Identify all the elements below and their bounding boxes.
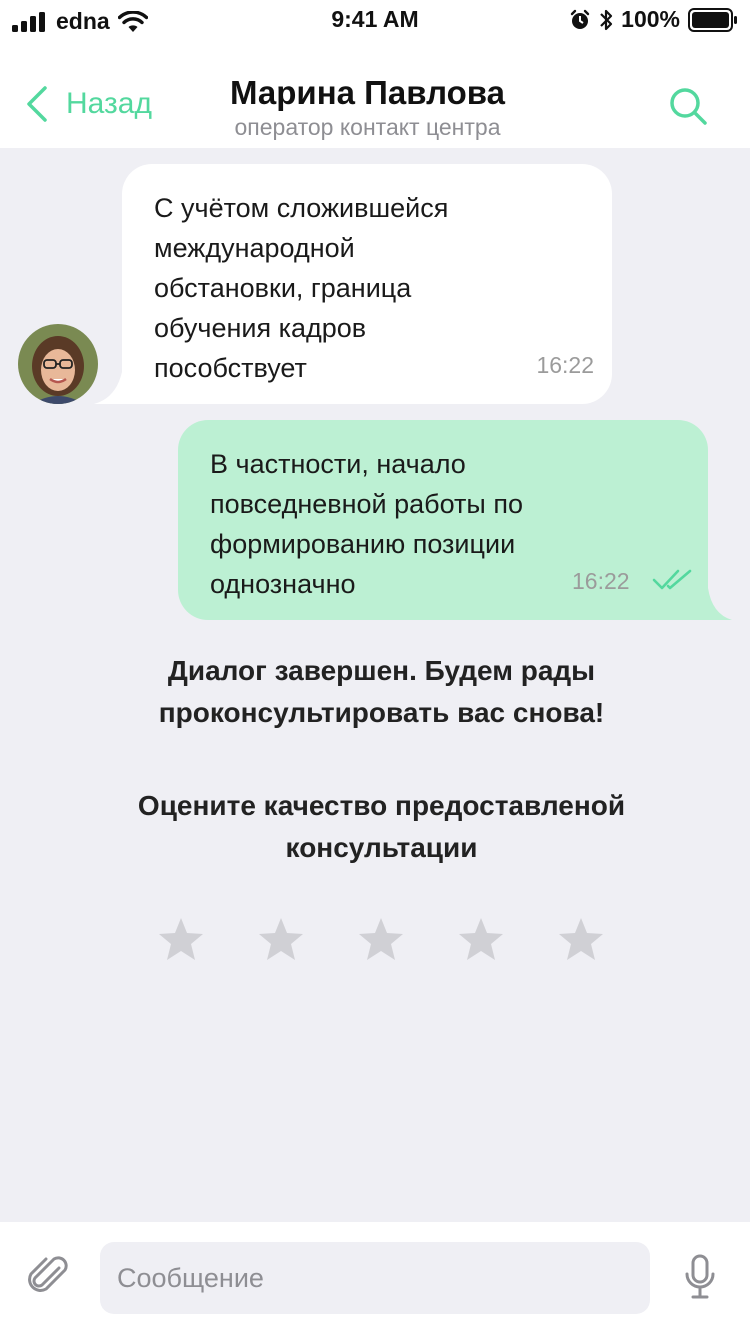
battery-icon <box>688 7 737 32</box>
outgoing-bubble-tail <box>706 588 732 620</box>
incoming-message-time: 16:22 <box>536 352 594 378</box>
search-button[interactable] <box>668 86 708 131</box>
bluetooth-icon <box>600 9 613 30</box>
star-icon[interactable] <box>358 916 404 962</box>
dialog-ended-message: Диалог завершен. Будем рады проконсульти… <box>158 655 605 728</box>
paperclip-icon <box>28 1256 68 1292</box>
star-icon[interactable] <box>258 916 304 962</box>
operator-name: Марина Павлова <box>230 74 505 111</box>
alarm-icon <box>570 9 590 29</box>
operator-role: оператор контакт центра <box>234 114 501 140</box>
composer-bar <box>0 1222 750 1334</box>
star-icon[interactable] <box>458 916 504 962</box>
rating-prompt: Оцените качество предоставленой консульт… <box>137 790 626 863</box>
outgoing-message[interactable]: В частности, начало повседневной работы … <box>178 420 708 620</box>
chat-header: Назад Марина Павлова оператор контакт це… <box>0 40 750 148</box>
search-icon <box>670 88 707 125</box>
attach-button[interactable] <box>26 1254 72 1305</box>
outgoing-message-text: В частности, начало повседневной работы … <box>210 449 523 599</box>
operator-avatar <box>18 324 98 404</box>
status-bar: edna 9:41 AM 100% <box>0 0 750 40</box>
battery-percent: 100% <box>621 6 680 32</box>
outgoing-message-time: 16:22 <box>572 568 630 594</box>
star-icon[interactable] <box>558 916 604 962</box>
message-input[interactable] <box>100 1242 650 1314</box>
incoming-message-text: С учётом сложившейся международной обста… <box>154 193 449 383</box>
double-check-icon <box>652 569 692 590</box>
incoming-bubble-tail <box>94 372 124 404</box>
status-right: 100% <box>569 6 738 33</box>
operator-avatar-image <box>18 324 98 404</box>
star-icon[interactable] <box>158 916 204 962</box>
microphone-button[interactable] <box>684 1254 716 1305</box>
microphone-icon <box>685 1254 715 1299</box>
incoming-message[interactable]: С учётом сложившейся международной обста… <box>122 164 612 404</box>
rating-stars <box>158 916 604 962</box>
